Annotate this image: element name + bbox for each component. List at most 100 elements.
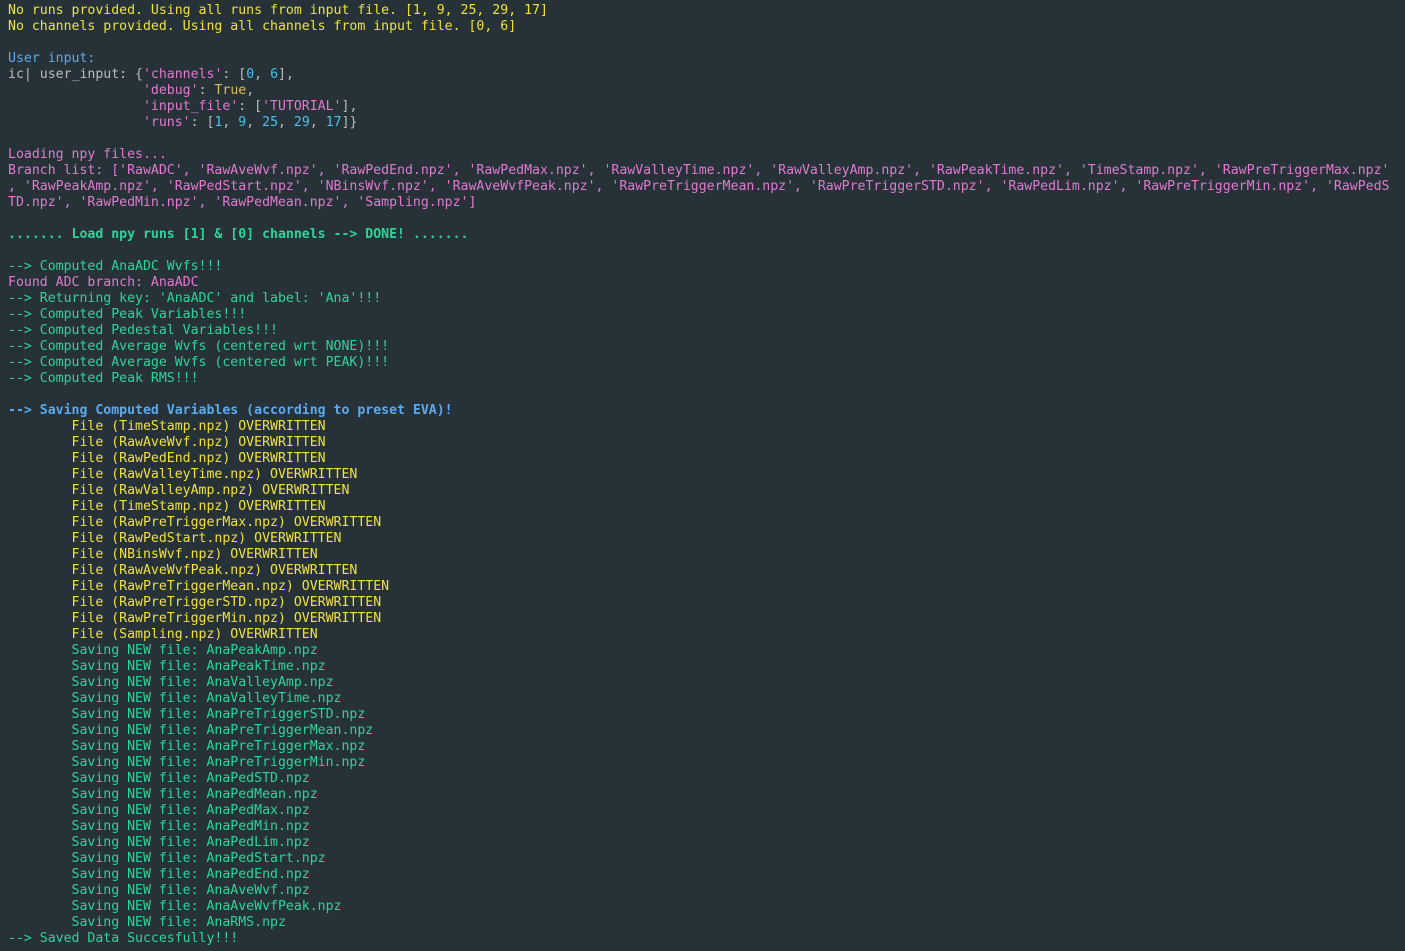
line-text-segment: --> Computed Peak RMS!!!: [8, 371, 199, 386]
line-text-segment: ,: [246, 115, 263, 130]
terminal-line: --> Returning key: 'AnaADC' and label: '…: [8, 291, 1403, 307]
line-text-segment: File (RawPreTriggerMean.npz) OVERWRITTEN: [8, 579, 390, 594]
line-text-segment: 17: [325, 115, 342, 130]
line-text-segment: Saving NEW file: AnaPedLim.npz: [8, 835, 310, 850]
line-text-segment: 'debug': [142, 83, 199, 98]
line-text-segment: File (RawValleyTime.npz) OVERWRITTEN: [8, 467, 358, 482]
line-text-segment: Saving NEW file: AnaValleyTime.npz: [8, 691, 342, 706]
terminal-line: File (RawPedStart.npz) OVERWRITTEN: [8, 531, 1403, 547]
terminal-line: File (RawValleyTime.npz) OVERWRITTEN: [8, 467, 1403, 483]
terminal-line: Saving NEW file: AnaPedMax.npz: [8, 803, 1403, 819]
terminal-line: , 'RawPeakAmp.npz', 'RawPedStart.npz', '…: [8, 179, 1403, 195]
line-text-segment: True: [214, 83, 247, 98]
terminal-line: No runs provided. Using all runs from in…: [8, 3, 1403, 19]
line-text-segment: --> Computed Average Wvfs (centered wrt …: [8, 339, 390, 354]
line-text-segment: 'input_file': [142, 99, 239, 114]
line-text-segment: 'TUTORIAL': [262, 99, 342, 114]
line-text-segment: [8, 99, 143, 114]
line-text-segment: --> Computed AnaADC Wvfs!!!: [8, 259, 223, 274]
terminal-line: No channels provided. Using all channels…: [8, 19, 1403, 35]
terminal-line: Saving NEW file: AnaAveWvfPeak.npz: [8, 899, 1403, 915]
terminal-line: Saving NEW file: AnaValleyAmp.npz: [8, 675, 1403, 691]
line-text-segment: ],: [278, 67, 294, 82]
line-text-segment: --> Saving Computed Variables (according…: [8, 403, 453, 418]
line-text-segment: File (RawPreTriggerMax.npz) OVERWRITTEN: [8, 515, 382, 530]
terminal-line: Saving NEW file: AnaPedMin.npz: [8, 819, 1403, 835]
line-text-segment: ]}: [341, 115, 358, 130]
line-text-segment: File (NBinsWvf.npz) OVERWRITTEN: [8, 547, 318, 562]
terminal-line: Saving NEW file: AnaPedMean.npz: [8, 787, 1403, 803]
line-text-segment: User input:: [8, 51, 96, 66]
line-text-segment: ,: [246, 83, 255, 98]
terminal-line: Branch list: ['RawADC', 'RawAveWvf.npz',…: [8, 163, 1403, 179]
line-text-segment: Saving NEW file: AnaPreTriggerMean.npz: [8, 723, 374, 738]
line-text-segment: ....... Load npy runs [1] & [0] channels…: [8, 227, 469, 242]
terminal-line: Saving NEW file: AnaPedLim.npz: [8, 835, 1403, 851]
line-text-segment: Saving NEW file: AnaPeakTime.npz: [8, 659, 326, 674]
terminal-line: File (TimeStamp.npz) OVERWRITTEN: [8, 499, 1403, 515]
terminal-line: --> Saved Data Succesfully!!!: [8, 931, 1403, 947]
terminal-line: --> Computed Pedestal Variables!!!: [8, 323, 1403, 339]
terminal-line: --> Computed AnaADC Wvfs!!!: [8, 259, 1403, 275]
terminal-line: Saving NEW file: AnaPreTriggerMean.npz: [8, 723, 1403, 739]
terminal-line: 'debug': True,: [8, 83, 1403, 99]
line-text-segment: --> Returning key: 'AnaADC' and label: '…: [8, 291, 382, 306]
terminal-line: Saving NEW file: AnaPedStart.npz: [8, 851, 1403, 867]
terminal-line: File (RawPreTriggerMax.npz) OVERWRITTEN: [8, 515, 1403, 531]
terminal-line: Saving NEW file: AnaPedEnd.npz: [8, 867, 1403, 883]
terminal-line: File (RawPreTriggerSTD.npz) OVERWRITTEN: [8, 595, 1403, 611]
terminal-line: Saving NEW file: AnaRMS.npz: [8, 915, 1403, 931]
terminal-line: TD.npz', 'RawPedMin.npz', 'RawPedMean.np…: [8, 195, 1403, 211]
line-text-segment: Saving NEW file: AnaValleyAmp.npz: [8, 675, 334, 690]
line-text-segment: :: [198, 83, 215, 98]
line-text-segment: Saving NEW file: AnaAveWvfPeak.npz: [8, 899, 342, 914]
line-text-segment: File (RawAveWvf.npz) OVERWRITTEN: [8, 435, 326, 450]
terminal-line: Saving NEW file: AnaPedSTD.npz: [8, 771, 1403, 787]
line-text-segment: Saving NEW file: AnaAveWvf.npz: [8, 883, 310, 898]
terminal-line: --> Computed Average Wvfs (centered wrt …: [8, 355, 1403, 371]
line-text-segment: ,: [222, 115, 239, 130]
line-text-segment: Saving NEW file: AnaPedStart.npz: [8, 851, 326, 866]
terminal-line: --> Saving Computed Variables (according…: [8, 403, 1403, 419]
line-text-segment: Saving NEW file: AnaPedSTD.npz: [8, 771, 310, 786]
terminal-line: ic| user_input: {'channels': [0, 6],: [8, 67, 1403, 83]
line-text-segment: --> Computed Peak Variables!!!: [8, 307, 247, 322]
line-text-segment: : [: [238, 99, 263, 114]
line-text-segment: Saving NEW file: AnaPedMax.npz: [8, 803, 310, 818]
line-text-segment: File (Sampling.npz) OVERWRITTEN: [8, 627, 318, 642]
line-text-segment: [8, 83, 143, 98]
line-text-segment: No runs provided. Using all runs from in…: [8, 3, 548, 18]
line-text-segment: File (RawPreTriggerMin.npz) OVERWRITTEN: [8, 611, 382, 626]
terminal-line: --> Computed Average Wvfs (centered wrt …: [8, 339, 1403, 355]
terminal-line: File (RawAveWvfPeak.npz) OVERWRITTEN: [8, 563, 1403, 579]
line-text-segment: --> Computed Average Wvfs (centered wrt …: [8, 355, 390, 370]
line-text-segment: File (RawAveWvfPeak.npz) OVERWRITTEN: [8, 563, 358, 578]
terminal-line: File (RawPreTriggerMean.npz) OVERWRITTEN: [8, 579, 1403, 595]
line-text-segment: File (TimeStamp.npz) OVERWRITTEN: [8, 499, 326, 514]
line-text-segment: Found ADC branch: AnaADC: [8, 275, 199, 290]
terminal-line: File (RawPreTriggerMin.npz) OVERWRITTEN: [8, 611, 1403, 627]
line-text-segment: File (RawValleyAmp.npz) OVERWRITTEN: [8, 483, 350, 498]
line-text-segment: 'runs': [142, 115, 191, 130]
terminal-line: 'runs': [1, 9, 25, 29, 17]}: [8, 115, 1403, 131]
line-text-segment: 'channels': [142, 67, 223, 82]
line-text-segment: Saving NEW file: AnaPreTriggerMax.npz: [8, 739, 366, 754]
terminal-line: Saving NEW file: AnaPeakTime.npz: [8, 659, 1403, 675]
terminal-output[interactable]: No runs provided. Using all runs from in…: [8, 3, 1403, 947]
line-text-segment: Saving NEW file: AnaPreTriggerSTD.npz: [8, 707, 366, 722]
line-text-segment: 0: [246, 67, 255, 82]
line-text-segment: ic| user_input: {: [8, 67, 143, 82]
line-text-segment: Saving NEW file: AnaPedMean.npz: [8, 787, 318, 802]
terminal-line: --> Computed Peak Variables!!!: [8, 307, 1403, 323]
line-text-segment: Saving NEW file: AnaPreTriggerMin.npz: [8, 755, 366, 770]
line-text-segment: ,: [254, 67, 271, 82]
terminal-line: Saving NEW file: AnaPeakAmp.npz: [8, 643, 1403, 659]
line-text-segment: --> Saved Data Succesfully!!!: [8, 931, 239, 946]
line-text-segment: TD.npz', 'RawPedMin.npz', 'RawPedMean.np…: [8, 195, 477, 210]
line-text-segment: Saving NEW file: AnaPedMin.npz: [8, 819, 310, 834]
line-text-segment: ,: [278, 115, 294, 130]
